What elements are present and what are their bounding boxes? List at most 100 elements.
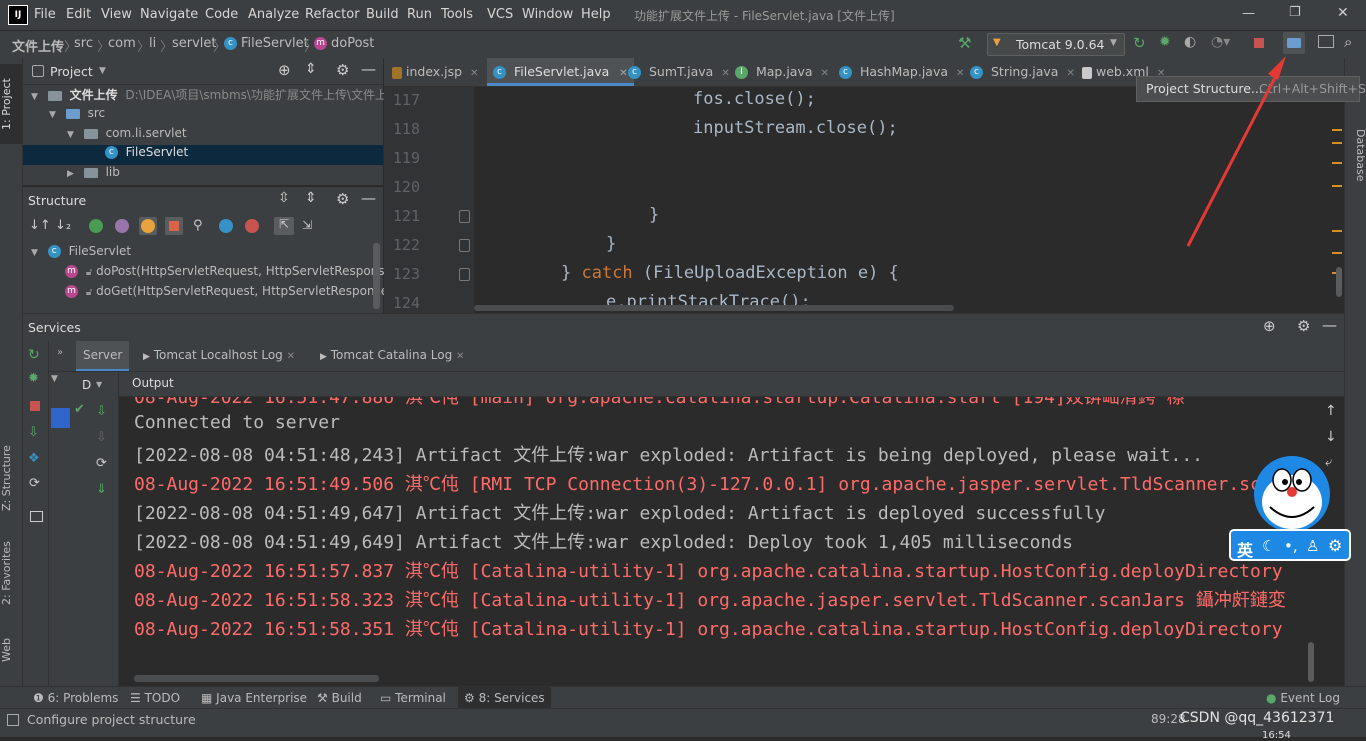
gear-icon[interactable]: ⚙ <box>336 61 349 79</box>
close-icon[interactable]: ✕ <box>619 68 627 79</box>
tool-tab-project[interactable]: 1: Project <box>0 64 22 144</box>
close-icon[interactable]: ✕ <box>456 351 464 362</box>
breadcrumb-src[interactable]: src <box>74 36 93 51</box>
tree-expand-icon[interactable]: ▼ <box>51 374 58 384</box>
structure-method-row[interactable]: m 🔓︎ doPost(HttpServletRequest, HttpServ… <box>65 264 392 284</box>
menu-analyze[interactable]: Analyze <box>248 7 299 22</box>
vertical-scrollbar[interactable] <box>1308 642 1314 682</box>
maximize-button[interactable]: ❐ <box>1289 5 1301 20</box>
close-icon[interactable]: ✕ <box>721 68 729 79</box>
sort-visibility-icon[interactable]: ↓↑ <box>29 218 51 233</box>
tab-tomcat-localhost-log[interactable]: ▶ Tomcat Localhost Log ✕ <box>143 348 295 362</box>
globe-icon[interactable]: ⊕ <box>1263 317 1276 335</box>
tab-hashmap-java[interactable]: c HashMap.java ✕ <box>839 58 964 86</box>
tab-todo[interactable]: ☰ TODO <box>130 691 180 705</box>
tab-java-enterprise[interactable]: ▦ Java Enterprise <box>201 691 307 705</box>
tab-sumt-java[interactable]: c SumT.java ✕ <box>628 58 730 86</box>
tool-tab-favorites[interactable]: 2: Favorites <box>0 533 22 613</box>
profiler-icon[interactable]: ◔▾ <box>1211 34 1230 50</box>
structure-method-row[interactable]: m 🔓︎ doGet(HttpServletRequest, HttpServl… <box>65 284 393 304</box>
locate-icon[interactable]: ⊕ <box>278 61 291 79</box>
search-icon[interactable]: ⌕ <box>1344 33 1352 51</box>
rerun-icon[interactable]: ↻ <box>1133 34 1146 52</box>
tool-tab-database[interactable]: Database <box>1345 120 1366 190</box>
scroll-up-icon[interactable]: ↑ <box>1325 403 1337 419</box>
tab-server[interactable]: Server <box>76 341 130 371</box>
deploy-icon[interactable]: ⇩ <box>28 425 39 440</box>
tool-tab-structure[interactable]: Z: Structure <box>0 433 22 523</box>
menu-navigate[interactable]: Navigate <box>140 7 198 22</box>
close-icon[interactable]: ✕ <box>1066 68 1074 79</box>
run-config-dropdown[interactable]: ▼ Tomcat 9.0.64 ▼ <box>987 33 1125 56</box>
menu-window[interactable]: Window <box>522 7 573 22</box>
menu-tools[interactable]: Tools <box>441 7 473 22</box>
collapse-all-icon[interactable]: ⇕ <box>305 61 317 77</box>
console-output[interactable]: 08-Aug-2022 16:51:47.886 淇℃伅 [main] org.… <box>119 397 1315 686</box>
breadcrumb-fileservlet[interactable]: c FileServlet <box>224 36 309 51</box>
show-inherited-icon[interactable] <box>89 219 103 233</box>
tree-label[interactable]: D <box>82 378 91 392</box>
scrollbar[interactable] <box>373 243 380 309</box>
close-icon[interactable]: ✕ <box>470 68 478 79</box>
menu-help[interactable]: Help <box>581 7 611 22</box>
moon-icon[interactable]: ☾ <box>1262 537 1275 555</box>
intellij-logo[interactable]: IJ <box>8 5 28 25</box>
horizontal-scrollbar[interactable] <box>134 675 379 682</box>
show-lambda-icon[interactable] <box>245 219 259 233</box>
show-lambdas-icon[interactable] <box>219 219 233 233</box>
tab-build[interactable]: ⚒ Build <box>317 691 362 705</box>
autoscroll-from-source-icon[interactable]: ⇲ <box>302 218 312 232</box>
chevron-down-icon[interactable]: ▼ <box>99 66 106 76</box>
close-icon[interactable]: ✕ <box>821 68 829 79</box>
collapse-all-icon[interactable]: ⇕ <box>305 190 317 206</box>
expand-all-icon[interactable]: ⇳ <box>278 190 290 206</box>
show-non-public-icon[interactable] <box>165 217 183 235</box>
menu-refactor[interactable]: Refactor <box>305 7 360 22</box>
menu-build[interactable]: Build <box>366 7 399 22</box>
fold-marker-icon[interactable] <box>459 268 470 281</box>
group-icon[interactable]: ❖ <box>28 451 40 466</box>
tab-string-java[interactable]: c String.java ✕ <box>970 58 1075 86</box>
breadcrumb-com[interactable]: com <box>108 36 136 51</box>
fold-marker-icon[interactable] <box>459 210 470 223</box>
scroll-down-icon[interactable]: ↓ <box>1325 429 1337 445</box>
menu-edit[interactable]: Edit <box>66 7 91 22</box>
tree-item-src[interactable]: ▼ src <box>49 106 105 126</box>
refresh-icon[interactable]: ⟳ <box>96 456 107 471</box>
tree-item-lib[interactable]: ▶ lib <box>67 165 120 181</box>
deploy-all-icon[interactable]: ⇓ <box>96 482 107 497</box>
menu-code[interactable]: Code <box>205 7 238 22</box>
close-icon[interactable]: ✕ <box>287 351 295 362</box>
menu-run[interactable]: Run <box>407 7 432 22</box>
stop-icon[interactable] <box>30 401 40 411</box>
fold-marker-icon[interactable] <box>459 239 470 252</box>
minimize-button[interactable]: — <box>1242 6 1255 21</box>
chevron-down-icon[interactable]: ▼ <box>96 380 102 389</box>
show-properties-icon[interactable] <box>115 219 129 233</box>
show-fields-icon[interactable] <box>139 217 157 235</box>
tab-problems[interactable]: ❶ 6: Problems <box>33 691 118 705</box>
menu-vcs[interactable]: VCS <box>487 7 513 22</box>
breadcrumb-dopost[interactable]: m doPost <box>314 36 374 51</box>
stop-icon[interactable] <box>1254 38 1264 48</box>
tree-item-package[interactable]: ▼ com.li.servlet <box>67 126 187 146</box>
debug-icon[interactable]: ✹ <box>28 371 39 386</box>
hide-panel-icon[interactable]: — <box>1322 316 1337 334</box>
close-button[interactable]: ✕ <box>1337 5 1349 21</box>
menu-file[interactable]: File <box>34 7 56 22</box>
user-icon[interactable]: ♙ <box>1306 537 1319 555</box>
coverage-shield-icon[interactable]: ◐ <box>1184 34 1196 50</box>
ime-language-label[interactable]: 英 <box>1237 537 1253 561</box>
project-panel-title[interactable]: Project <box>50 64 93 79</box>
tab-tomcat-catalina-log[interactable]: ▶ Tomcat Catalina Log ✕ <box>320 348 464 362</box>
vertical-scrollbar[interactable] <box>1336 267 1342 297</box>
breadcrumb-project[interactable]: 文件上传 <box>12 36 64 55</box>
status-toggle-icon[interactable] <box>7 714 19 726</box>
hide-panel-icon[interactable]: — <box>361 189 376 207</box>
close-icon[interactable]: ✕ <box>956 68 964 79</box>
tab-services[interactable]: ⚙ 8: Services <box>458 687 551 709</box>
tab-map-java[interactable]: I Map.java ✕ <box>735 58 829 86</box>
punctuation-icon[interactable]: •, <box>1284 537 1298 555</box>
layout-icon[interactable] <box>1318 35 1334 48</box>
breadcrumb-li[interactable]: li <box>149 36 156 51</box>
